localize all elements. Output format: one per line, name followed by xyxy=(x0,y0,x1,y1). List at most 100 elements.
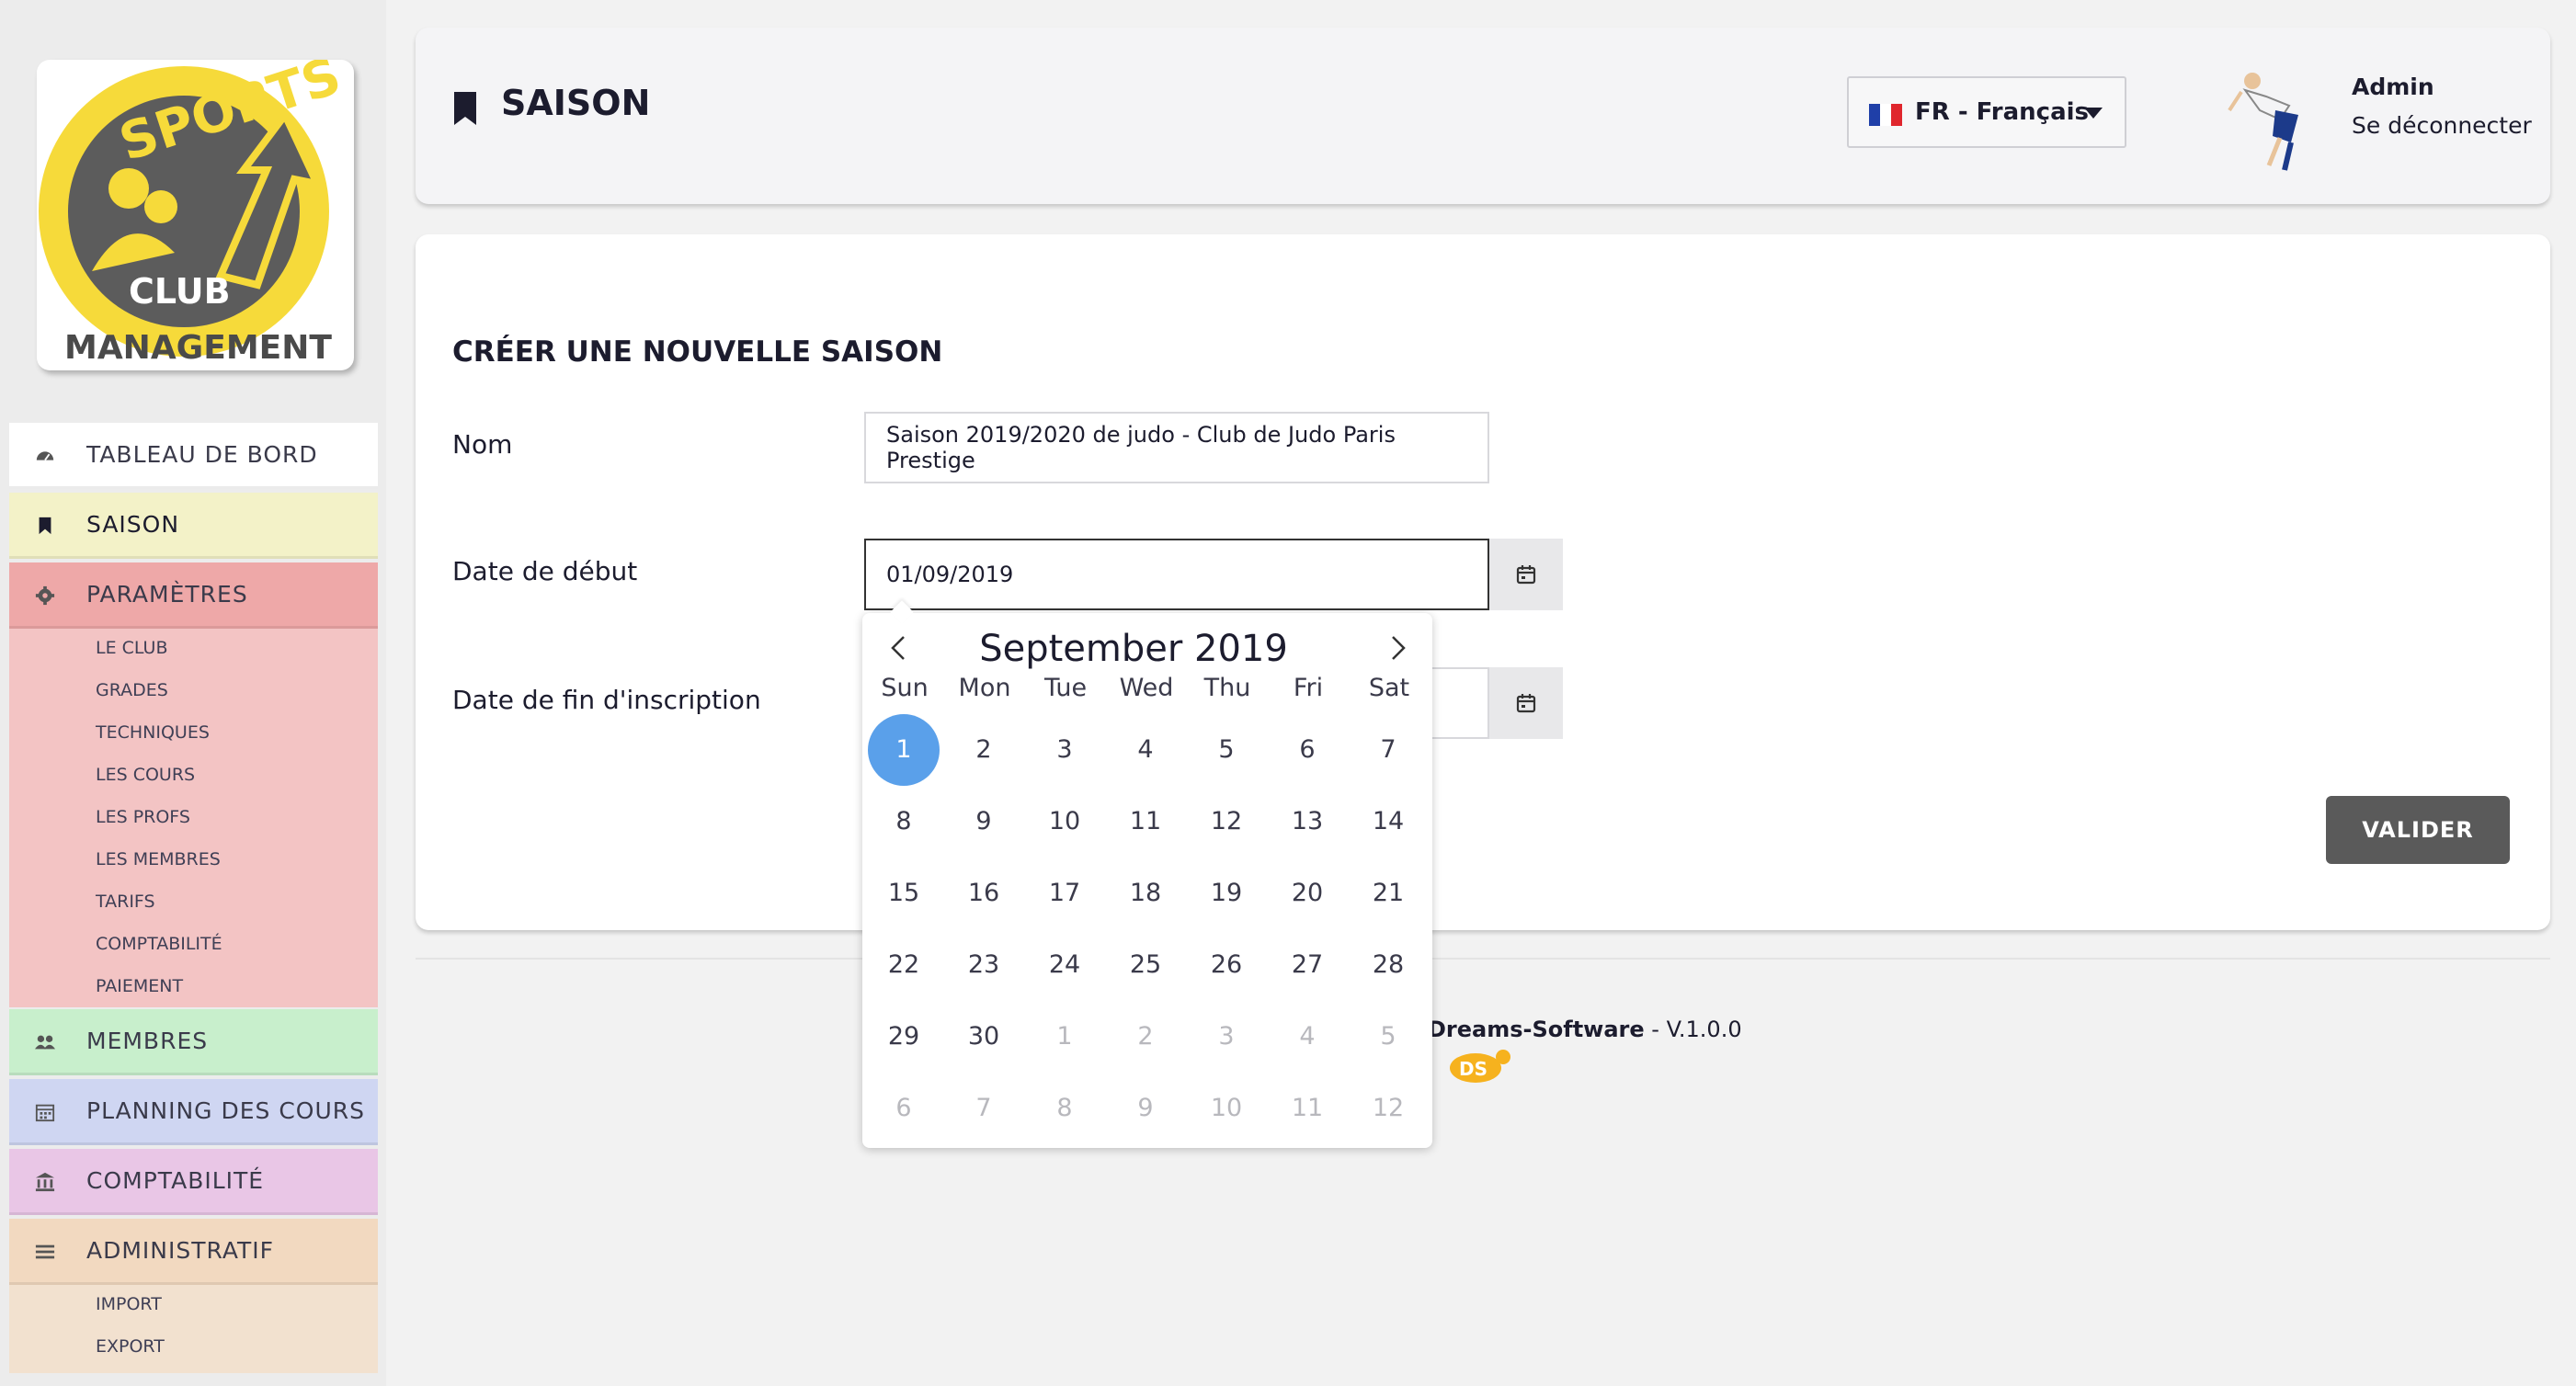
datepicker-day[interactable]: 11 xyxy=(1110,786,1181,858)
logout-link[interactable]: Se déconnecter xyxy=(2352,112,2532,139)
datepicker-day[interactable]: 23 xyxy=(948,929,1020,1001)
users-icon xyxy=(35,1035,55,1050)
sidebar-subitem-grades[interactable]: GRADES xyxy=(96,680,168,700)
datepicker-day[interactable]: 30 xyxy=(948,1001,1020,1073)
sidebar-subitem-import[interactable]: IMPORT xyxy=(96,1294,162,1314)
sidebar-item-tableau-de-bord[interactable]: TABLEAU DE BORD xyxy=(9,423,378,489)
datepicker-popup: September 2019 Sun Mon Tue Wed Thu Fri Sat 123… xyxy=(862,613,1432,1148)
datepicker-day[interactable]: 1 xyxy=(868,714,940,786)
date-debut-calendar-button[interactable] xyxy=(1489,539,1563,610)
datepicker-day-other-month[interactable]: 1 xyxy=(1029,1001,1100,1073)
parametres-submenu: LE CLUB GRADES TECHNIQUES LES COURS LES … xyxy=(9,629,378,1007)
datepicker-day-other-month[interactable]: 4 xyxy=(1271,1001,1343,1073)
date-debut-input[interactable]: 01/09/2019 xyxy=(864,539,1489,610)
calendar-icon xyxy=(1516,565,1536,585)
datepicker-day[interactable]: 2 xyxy=(948,714,1020,786)
datepicker-day[interactable]: 15 xyxy=(868,858,940,929)
chevron-right-icon[interactable] xyxy=(1379,630,1416,666)
sidebar-item-parametres[interactable]: PARAMÈTRES xyxy=(9,562,378,629)
sidebar-item-administratif[interactable]: ADMINISTRATIF xyxy=(9,1219,378,1285)
datepicker-day[interactable]: 25 xyxy=(1110,929,1181,1001)
datepicker-day-other-month[interactable]: 10 xyxy=(1191,1073,1262,1144)
dashboard-gauge-icon xyxy=(36,451,54,461)
date-debut-label: Date de début xyxy=(452,556,638,586)
sidebar: SPORTS CLUB MANAGEMENT TABLEAU DE BORD S… xyxy=(0,0,386,1386)
top-header: SAISON FR - Français Admin Se déconnecte… xyxy=(416,28,2550,204)
datepicker-day-other-month[interactable]: 8 xyxy=(1029,1073,1100,1144)
footer-divider xyxy=(416,958,2550,960)
datepicker-day[interactable]: 16 xyxy=(948,858,1020,929)
datepicker-year[interactable]: 2019 xyxy=(1194,628,1288,670)
language-selected-value: FR - Français xyxy=(1915,98,2089,126)
sidebar-subitem-les-membres[interactable]: LES MEMBRES xyxy=(96,849,221,869)
datepicker-day[interactable]: 22 xyxy=(868,929,940,1001)
sidebar-item-planning-des-cours[interactable]: PLANNING DES COURS xyxy=(9,1079,378,1145)
sidebar-subitem-techniques[interactable]: TECHNIQUES xyxy=(96,722,210,743)
sidebar-item-comptabilite[interactable]: COMPTABILITÉ xyxy=(9,1149,378,1215)
sidebar-item-label: PLANNING DES COURS xyxy=(86,1097,366,1124)
sidebar-item-label: COMPTABILITÉ xyxy=(86,1167,265,1194)
sidebar-subitem-paiement[interactable]: PAIEMENT xyxy=(96,976,183,996)
sports-club-management-logo[interactable]: SPORTS CLUB MANAGEMENT xyxy=(37,60,354,370)
date-fin-calendar-button[interactable] xyxy=(1489,667,1563,739)
datepicker-day-other-month[interactable]: 12 xyxy=(1352,1073,1424,1144)
datepicker-day[interactable]: 28 xyxy=(1352,929,1424,1001)
datepicker-day[interactable]: 3 xyxy=(1029,714,1100,786)
datepicker-day[interactable]: 9 xyxy=(948,786,1020,858)
weekday-mon: Mon xyxy=(958,674,1011,702)
svg-text:CLUB: CLUB xyxy=(129,271,231,312)
sidebar-subitem-comptabilite[interactable]: COMPTABILITÉ xyxy=(96,934,222,954)
sidebar-subitem-tarifs[interactable]: TARIFS xyxy=(96,892,155,912)
dreams-software-logo[interactable]: DS xyxy=(1448,1044,1514,1085)
caret-down-icon xyxy=(2084,108,2103,119)
datepicker-day[interactable]: 24 xyxy=(1029,929,1100,1001)
weekday-sat: Sat xyxy=(1368,674,1410,702)
sidebar-subitem-les-profs[interactable]: LES PROFS xyxy=(96,807,190,827)
calendar-icon xyxy=(1516,694,1536,713)
gear-icon xyxy=(35,585,55,606)
datepicker-day[interactable]: 8 xyxy=(868,786,940,858)
judo-avatar-icon[interactable] xyxy=(2225,64,2326,175)
datepicker-day[interactable]: 13 xyxy=(1271,786,1343,858)
datepicker-day[interactable]: 27 xyxy=(1271,929,1343,1001)
datepicker-day[interactable]: 17 xyxy=(1029,858,1100,929)
sidebar-subitem-les-cours[interactable]: LES COURS xyxy=(96,765,195,785)
datepicker-day[interactable]: 21 xyxy=(1352,858,1424,929)
sidebar-subitem-export[interactable]: EXPORT xyxy=(96,1336,165,1357)
sidebar-item-saison[interactable]: SAISON xyxy=(9,493,378,559)
datepicker-day[interactable]: 26 xyxy=(1191,929,1262,1001)
datepicker-day-other-month[interactable]: 11 xyxy=(1271,1073,1343,1144)
datepicker-day[interactable]: 6 xyxy=(1271,714,1343,786)
datepicker-day[interactable]: 7 xyxy=(1352,714,1424,786)
user-name: Admin xyxy=(2352,74,2434,100)
datepicker-day[interactable]: 20 xyxy=(1271,858,1343,929)
datepicker-day-other-month[interactable]: 9 xyxy=(1110,1073,1181,1144)
language-select[interactable]: FR - Français xyxy=(1847,76,2126,148)
footer-version: - V.1.0.0 xyxy=(1644,1017,1742,1042)
datepicker-day-other-month[interactable]: 5 xyxy=(1352,1001,1424,1073)
footer-credit: Dreams-Software - V.1.0.0 xyxy=(1428,1017,1742,1042)
bookmark-icon xyxy=(454,92,476,125)
datepicker-day[interactable]: 19 xyxy=(1191,858,1262,929)
sidebar-item-membres[interactable]: MEMBRES xyxy=(9,1009,378,1075)
sidebar-item-label: MEMBRES xyxy=(86,1028,209,1054)
datepicker-day[interactable]: 12 xyxy=(1191,786,1262,858)
datepicker-day-other-month[interactable]: 6 xyxy=(868,1073,940,1144)
datepicker-day[interactable]: 14 xyxy=(1352,786,1424,858)
footer-brand: Dreams-Software xyxy=(1428,1017,1645,1042)
weekday-thu: Thu xyxy=(1203,674,1251,702)
sidebar-subitem-le-club[interactable]: LE CLUB xyxy=(96,638,167,658)
datepicker-day-other-month[interactable]: 7 xyxy=(948,1073,1020,1144)
datepicker-day[interactable]: 4 xyxy=(1110,714,1181,786)
list-icon xyxy=(35,1244,55,1259)
weekday-wed: Wed xyxy=(1119,674,1174,702)
datepicker-day-other-month[interactable]: 2 xyxy=(1110,1001,1181,1073)
valider-button[interactable]: VALIDER xyxy=(2326,796,2510,864)
datepicker-day[interactable]: 10 xyxy=(1029,786,1100,858)
datepicker-day-other-month[interactable]: 3 xyxy=(1191,1001,1262,1073)
datepicker-day[interactable]: 29 xyxy=(868,1001,940,1073)
datepicker-day[interactable]: 5 xyxy=(1191,714,1262,786)
nom-input[interactable]: Saison 2019/2020 de judo - Club de Judo … xyxy=(864,412,1489,483)
page-title: SAISON xyxy=(501,83,651,123)
datepicker-day[interactable]: 18 xyxy=(1110,858,1181,929)
